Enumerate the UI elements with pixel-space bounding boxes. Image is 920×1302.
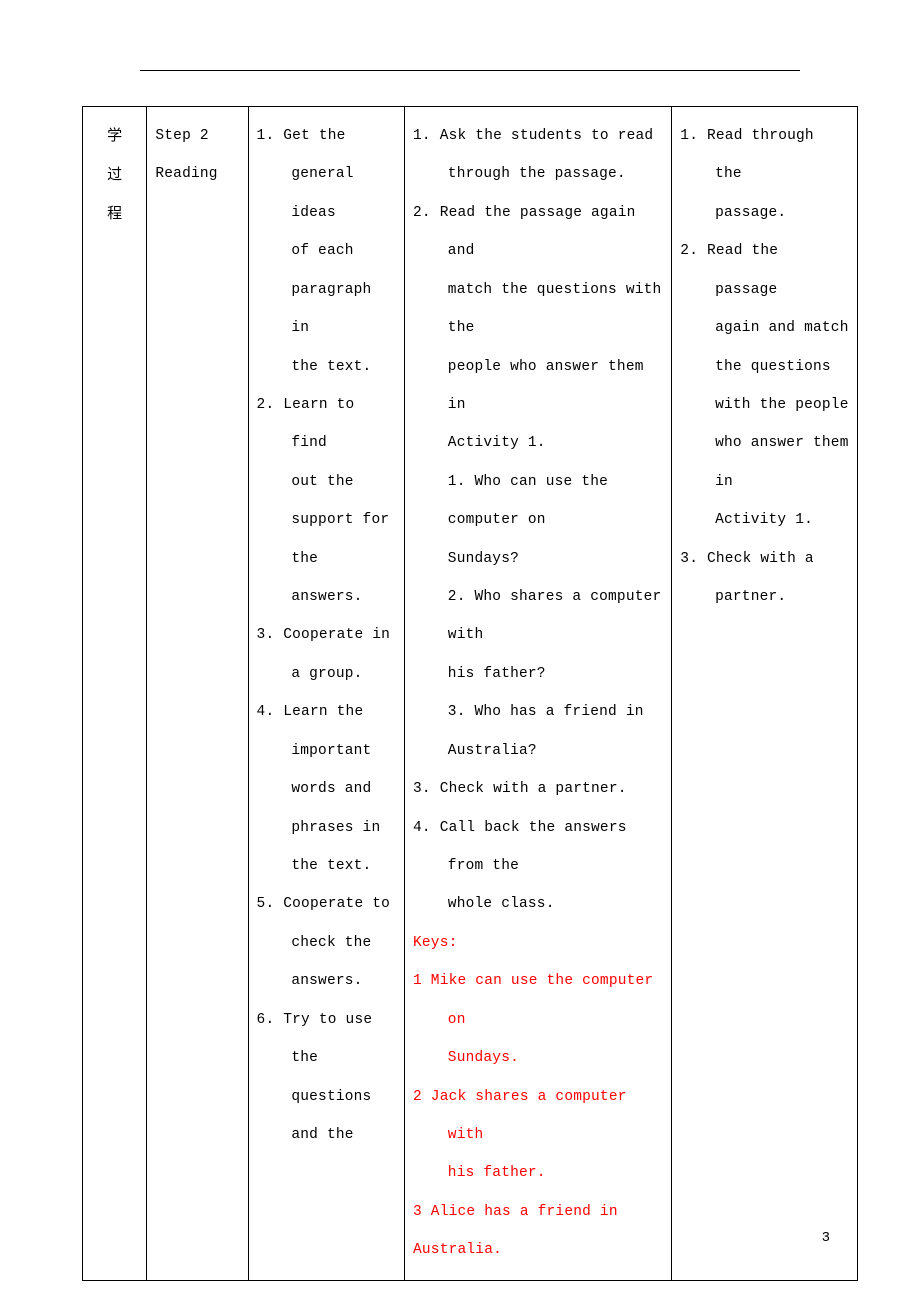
list-item-cont: who answer them in bbox=[680, 424, 849, 501]
teacher-activity-cell: 1. Ask the students to read through the … bbox=[405, 107, 672, 1281]
sub-question-cont: Australia? bbox=[413, 732, 663, 770]
list-item: 2. Read the passage bbox=[680, 232, 849, 309]
answer-key-cont: his father. bbox=[413, 1154, 663, 1192]
list-item-cont: words and bbox=[257, 770, 396, 808]
answer-key: 3 Alice has a friend in bbox=[413, 1193, 663, 1231]
answer-key: 2 Jack shares a computer with bbox=[413, 1078, 663, 1155]
list-item-cont: check the bbox=[257, 924, 396, 962]
list-item-cont: the text. bbox=[257, 348, 396, 386]
list-item-cont: whole class. bbox=[413, 885, 663, 923]
page-number: 3 bbox=[822, 1220, 830, 1256]
step-cell: Step 2 Reading bbox=[147, 107, 248, 1281]
list-item-cont: paragraph in bbox=[257, 271, 396, 348]
list-item-cont: the answers. bbox=[257, 540, 396, 617]
answer-key-cont: Sundays. bbox=[413, 1039, 663, 1077]
list-item-cont: and the bbox=[257, 1116, 396, 1154]
answer-key-cont: Australia. bbox=[413, 1231, 663, 1269]
list-item: 3. Check with a bbox=[680, 540, 849, 578]
list-item: 2. Learn to find bbox=[257, 386, 396, 463]
sub-question-cont: Sundays? bbox=[413, 540, 663, 578]
step-number: Step 2 bbox=[155, 117, 239, 155]
list-item: 3. Check with a partner. bbox=[413, 770, 663, 808]
table-row: 学 过 程 Step 2 Reading 1. Get the general … bbox=[83, 107, 858, 1281]
list-item-cont: answers. bbox=[257, 962, 396, 1000]
list-item: 4. Call back the answers from the bbox=[413, 809, 663, 886]
answer-key: 1 Mike can use the computer on bbox=[413, 962, 663, 1039]
sub-question-cont: his father? bbox=[413, 655, 663, 693]
list-item: 1. Ask the students to read bbox=[413, 117, 663, 155]
list-item-cont: out the bbox=[257, 463, 396, 501]
list-item: 1. Read through the bbox=[680, 117, 849, 194]
sub-question: 3. Who has a friend in bbox=[413, 693, 663, 731]
list-item-cont: a group. bbox=[257, 655, 396, 693]
row-label-cell: 学 过 程 bbox=[83, 107, 147, 1281]
list-item-cont: passage. bbox=[680, 194, 849, 232]
list-item: 4. Learn the bbox=[257, 693, 396, 731]
keys-label: Keys: bbox=[413, 924, 663, 962]
lesson-plan-table: 学 过 程 Step 2 Reading 1. Get the general … bbox=[82, 106, 858, 1281]
list-item-cont: general ideas bbox=[257, 155, 396, 232]
step-title: Reading bbox=[155, 155, 239, 193]
list-item-cont: people who answer them in bbox=[413, 348, 663, 425]
row-label-char-1: 学 bbox=[91, 117, 138, 156]
list-item-cont: the questions bbox=[257, 1039, 396, 1116]
list-item-cont: the questions bbox=[680, 348, 849, 386]
row-label-char-2: 过 bbox=[91, 156, 138, 195]
header-rule bbox=[140, 70, 800, 71]
list-item-cont: phrases in bbox=[257, 809, 396, 847]
list-item-cont: support for bbox=[257, 501, 396, 539]
student-activity-cell: 1. Read through the passage. 2. Read the… bbox=[672, 107, 858, 1281]
list-item: 2. Read the passage again and bbox=[413, 194, 663, 271]
list-item-cont: partner. bbox=[680, 578, 849, 616]
list-item-cont: again and match bbox=[680, 309, 849, 347]
list-item: 6. Try to use bbox=[257, 1001, 396, 1039]
row-label-char-3: 程 bbox=[91, 195, 138, 234]
list-item-cont: match the questions with the bbox=[413, 271, 663, 348]
list-item-cont: important bbox=[257, 732, 396, 770]
list-item: 1. Get the bbox=[257, 117, 396, 155]
list-item: 3. Cooperate in bbox=[257, 616, 396, 654]
list-item-cont: Activity 1. bbox=[413, 424, 663, 462]
sub-question: 1. Who can use the computer on bbox=[413, 463, 663, 540]
sub-question: 2. Who shares a computer with bbox=[413, 578, 663, 655]
list-item-cont: of each bbox=[257, 232, 396, 270]
list-item-cont: with the people bbox=[680, 386, 849, 424]
list-item: 5. Cooperate to bbox=[257, 885, 396, 923]
list-item-cont: through the passage. bbox=[413, 155, 663, 193]
purpose-cell: 1. Get the general ideas of each paragra… bbox=[248, 107, 404, 1281]
list-item-cont: Activity 1. bbox=[680, 501, 849, 539]
list-item-cont: the text. bbox=[257, 847, 396, 885]
